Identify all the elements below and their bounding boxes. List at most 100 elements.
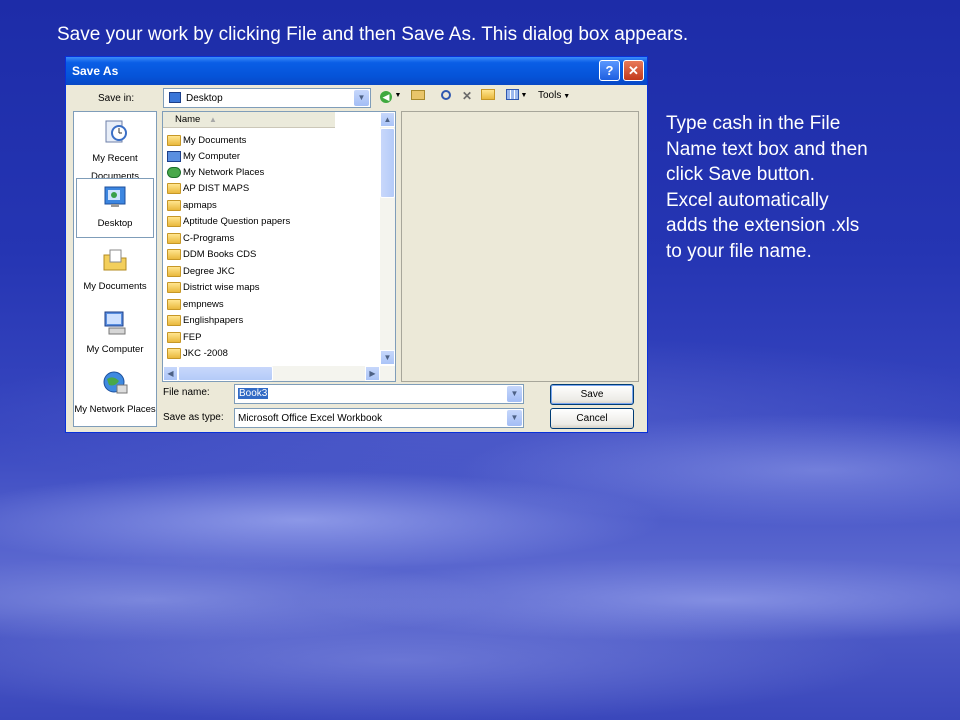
scroll-up-icon[interactable]: ▲ [380,112,395,127]
file-name-value: Book3 [238,388,269,399]
save-in-value: Desktop [186,93,223,104]
file-name: Englishpapers [183,315,244,326]
place-label: Desktop [97,218,133,229]
instruction-line: Name text box and then [666,138,868,160]
dialog-title: Save As [72,64,119,78]
delete-icon[interactable]: ✕ [459,88,475,104]
slide-caption: Save your work by clicking File and then… [57,24,689,45]
scroll-down-icon[interactable]: ▼ [380,350,395,365]
file-name: empnews [183,299,224,310]
folder-icon [167,281,181,293]
place-desktop[interactable]: Desktop [76,178,154,238]
file-list[interactable]: Name ▲ My Documents My Computer My Netwo… [162,111,396,382]
place-my-documents[interactable]: My Documents [74,242,156,302]
up-folder-icon[interactable] [410,88,426,104]
tools-menu[interactable]: Tools ▼ [538,88,578,104]
file-name: My Network Places [183,167,265,178]
list-item[interactable]: FEP [167,330,201,346]
network-icon [167,166,181,178]
horizontal-scrollbar[interactable]: ◀ ▶ [163,366,395,381]
list-item[interactable]: Degree JKC [167,264,235,280]
place-recent-documents[interactable]: My Recent Documents [74,114,156,182]
list-item[interactable]: My Documents [167,133,246,149]
list-item[interactable]: Englishpapers [167,313,243,329]
folder-icon [167,248,181,260]
file-name: FEP [183,332,202,343]
computer-icon [167,150,181,162]
folder-icon [167,265,181,277]
list-item[interactable]: Aptitude Question papers [167,214,290,230]
folder-icon [167,298,181,310]
file-name: District wise maps [183,282,260,293]
vertical-scrollbar[interactable]: ▲ ▼ [380,112,395,365]
scroll-left-icon[interactable]: ◀ [163,366,178,381]
list-item[interactable]: DDM Books CDS [167,247,256,263]
search-web-icon[interactable] [438,88,454,104]
recent-documents-icon [101,118,129,146]
list-item[interactable]: AP DIST MAPS [167,181,249,197]
list-item[interactable]: My Computer [167,149,240,165]
place-label: My Documents [83,281,147,292]
file-name: apmaps [183,200,217,211]
new-folder-icon[interactable] [480,88,496,104]
cancel-button[interactable]: Cancel [550,408,634,429]
list-item[interactable]: empnews [167,297,224,313]
folder-icon [167,347,181,359]
chevron-down-icon[interactable]: ▼ [507,410,522,426]
name-column-header[interactable]: Name ▲ [163,112,335,128]
close-button[interactable]: ✕ [623,60,644,81]
sort-ascending-icon: ▲ [208,115,217,124]
network-places-icon [101,369,129,397]
preview-pane [401,111,639,382]
place-label: My Network Places [74,404,156,415]
views-dropdown-icon[interactable]: ▼ [520,88,528,104]
save-as-type-dropdown[interactable]: Microsoft Office Excel Workbook ▼ [234,408,524,428]
list-item[interactable]: My Network Places [167,165,264,181]
save-in-dropdown[interactable]: Desktop ▼ [163,88,371,108]
my-computer-icon [101,309,129,337]
list-item[interactable]: apmaps [167,198,217,214]
places-bar: My Recent Documents Desktop My Documents… [73,111,157,427]
instruction-line: click Save button. [666,164,815,185]
instruction-text: Type cash in the File Name text box and … [666,111,946,264]
list-item[interactable]: District wise maps [167,280,260,296]
vertical-scroll-thumb[interactable] [380,128,395,198]
views-icon[interactable] [504,88,520,104]
save-as-dialog: Save As ? ✕ Save in: Desktop ▼ ◀ ▼ ✕ ▼ T… [65,56,648,433]
place-my-computer[interactable]: My Computer [74,305,156,365]
instruction-line: to your file name. [666,240,812,262]
file-name: JKC -2008 [183,348,228,359]
save-button[interactable]: Save [550,384,634,405]
save-as-type-value: Microsoft Office Excel Workbook [238,413,383,424]
file-name-input[interactable]: Book3 ▼ [234,384,524,404]
tools-label: Tools [538,90,562,101]
chevron-down-icon[interactable]: ▼ [354,90,369,106]
horizontal-scroll-thumb[interactable] [178,366,273,381]
back-dropdown-icon[interactable]: ▼ [394,88,402,104]
folder-icon [167,314,181,326]
place-label: My Computer [86,344,144,355]
file-name: C-Programs [183,233,235,244]
folder-icon [167,134,181,146]
folder-icon [167,199,181,211]
help-button[interactable]: ? [599,60,620,81]
file-name-label: File name: [163,387,210,398]
instruction-line: adds the extension .xls [666,215,860,236]
folder-icon [167,215,181,227]
scroll-right-icon[interactable]: ▶ [365,366,380,381]
desktop-small-icon [169,92,181,103]
file-name: My Computer [183,151,241,162]
instruction-line: Type cash in the File [666,113,841,134]
file-name: Aptitude Question papers [183,216,291,227]
back-icon[interactable]: ◀ [378,88,394,104]
dialog-titlebar[interactable]: Save As ? ✕ [66,57,647,85]
save-as-type-label: Save as type: [163,412,224,423]
place-network-places[interactable]: My Network Places [74,365,156,425]
list-item[interactable]: JKC -2008 [167,346,228,362]
column-name-label: Name [175,114,201,125]
list-item[interactable]: C-Programs [167,231,234,247]
file-name: AP DIST MAPS [183,183,250,194]
my-documents-icon [101,246,129,274]
save-in-label: Save in: [98,93,135,104]
chevron-down-icon[interactable]: ▼ [507,386,522,402]
